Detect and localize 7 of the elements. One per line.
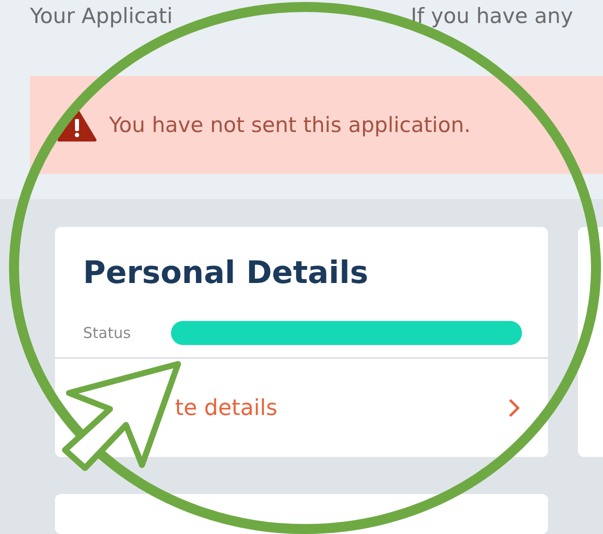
alert-message: You have not sent this application. [109, 113, 471, 137]
chevron-right-icon [508, 398, 520, 418]
update-details-link[interactable]: te details [175, 396, 278, 420]
warning-icon [57, 108, 97, 142]
card-title: Personal Details [83, 255, 370, 291]
intro-text: Your Applicati [30, 4, 173, 30]
status-label: Status [83, 324, 131, 342]
